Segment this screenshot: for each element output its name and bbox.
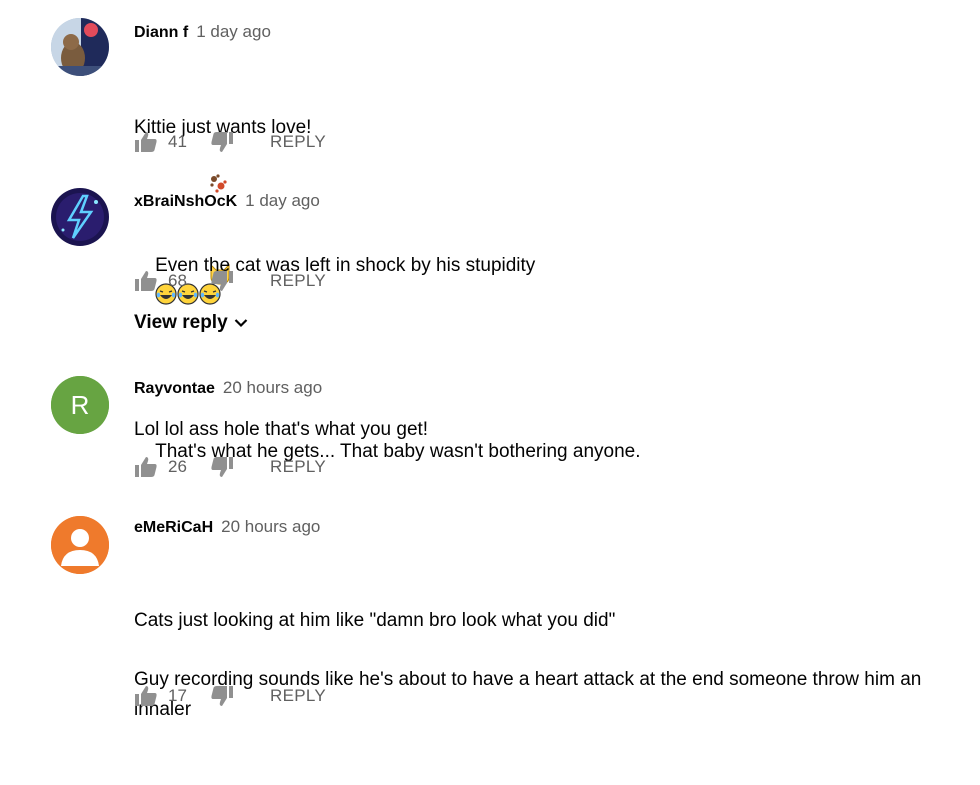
author-name[interactable]: xBraiNshOcK	[134, 193, 237, 210]
comment-actions: 68 REPLY	[134, 269, 326, 293]
like-count: 26	[168, 457, 187, 476]
thumbs-down-icon	[211, 457, 233, 477]
like-count: 41	[168, 132, 187, 151]
thumbs-up-icon	[135, 686, 157, 706]
default-user-icon	[51, 516, 109, 574]
chevron-down-icon	[234, 319, 247, 328]
author-name[interactable]: eMeRiCaH	[134, 519, 213, 536]
comment-actions: 17 REPLY	[134, 684, 326, 708]
comment-header: Rayvontae 20 hours ago	[134, 378, 322, 398]
comment-header: xBraiNshOcK 1 day ago	[134, 191, 320, 211]
comment-timestamp[interactable]: 1 day ago	[196, 22, 271, 41]
comment-timestamp[interactable]: 1 day ago	[245, 191, 320, 210]
comment-actions: 26 REPLY	[134, 455, 326, 479]
like-button[interactable]: 17	[134, 685, 190, 707]
reply-button[interactable]: REPLY	[270, 132, 326, 152]
view-reply-label: View reply	[134, 312, 228, 333]
reply-button[interactable]: REPLY	[270, 457, 326, 477]
paw-prints-emoji-icon	[166, 143, 228, 233]
reply-button[interactable]: REPLY	[270, 686, 326, 706]
comment-actions: 41 REPLY	[134, 130, 326, 154]
view-reply-button[interactable]: View reply	[134, 312, 248, 334]
avatar[interactable]	[51, 18, 109, 76]
dislike-button[interactable]	[210, 131, 234, 153]
like-button[interactable]: 41	[134, 131, 190, 153]
thumbs-down-icon	[211, 132, 233, 152]
avatar[interactable]	[51, 188, 109, 246]
like-button[interactable]: 68	[134, 270, 190, 292]
thumbs-up-icon	[135, 457, 157, 477]
dislike-button[interactable]	[210, 270, 234, 292]
comment-header: Diann f 1 day ago	[134, 22, 271, 42]
avatar[interactable]: R	[51, 376, 109, 434]
author-name[interactable]: Diann f	[134, 24, 188, 41]
like-button[interactable]: 26	[134, 456, 190, 478]
thumbs-down-icon	[211, 686, 233, 706]
avatar[interactable]	[51, 516, 109, 574]
reply-button[interactable]: REPLY	[270, 271, 326, 291]
thumbs-up-icon	[135, 271, 157, 291]
comment-header: eMeRiCaH 20 hours ago	[134, 517, 320, 537]
like-count: 68	[168, 271, 187, 290]
like-count: 17	[168, 686, 187, 705]
thumbs-up-icon	[135, 132, 157, 152]
comment-timestamp[interactable]: 20 hours ago	[223, 378, 322, 397]
dislike-button[interactable]	[210, 456, 234, 478]
dislike-button[interactable]	[210, 685, 234, 707]
thumbs-down-icon	[211, 271, 233, 291]
avatar-letter: R	[71, 390, 90, 420]
comment-timestamp[interactable]: 20 hours ago	[221, 517, 320, 536]
comment-text: That's what he gets... That baby wasn't …	[134, 407, 934, 497]
author-name[interactable]: Rayvontae	[134, 380, 215, 397]
